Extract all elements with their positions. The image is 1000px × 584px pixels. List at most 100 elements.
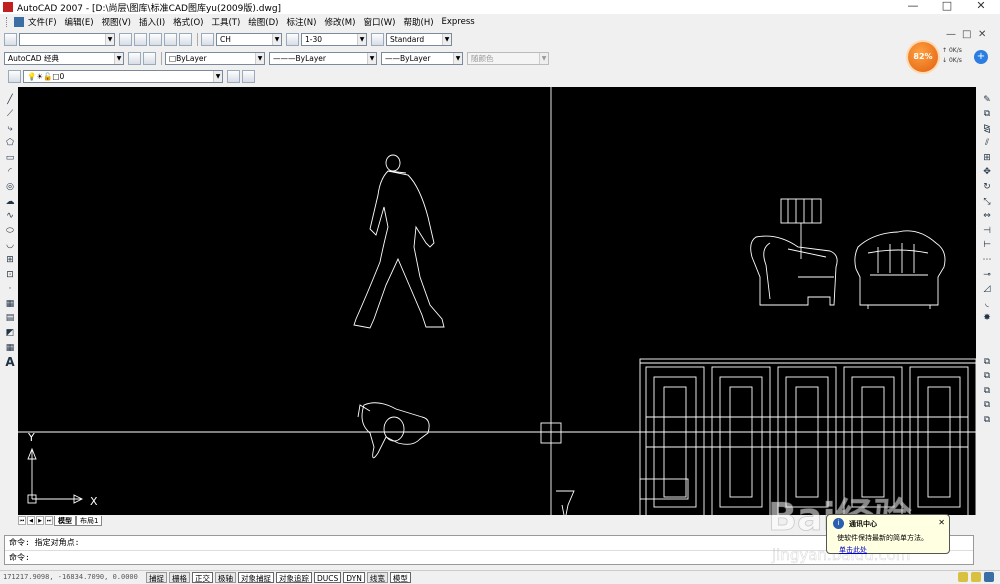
rotate-icon[interactable]: ↻ — [982, 182, 993, 193]
trim-icon[interactable]: ⊣ — [982, 225, 993, 236]
chamfer-icon[interactable]: ◿ — [982, 284, 993, 295]
tab-layout1[interactable]: 布局1 — [76, 515, 103, 526]
table-style-icon[interactable] — [371, 32, 384, 46]
menu-window[interactable]: 窗口(W) — [363, 16, 395, 28]
next-tab-button[interactable]: ▶ — [36, 516, 44, 525]
hatch-icon[interactable]: ▦ — [5, 298, 16, 309]
grid-toggle[interactable]: 栅格 — [169, 571, 190, 583]
mirror-icon[interactable]: ⧎ — [982, 123, 993, 134]
offset-icon[interactable]: ⫽ — [982, 138, 993, 149]
communication-center-icon[interactable] — [971, 572, 981, 582]
array-icon[interactable]: ⊞ — [982, 152, 993, 163]
layer-manager-icon[interactable] — [8, 69, 21, 83]
ducs-toggle[interactable]: DUCS — [314, 571, 342, 583]
lock-icon[interactable] — [958, 572, 968, 582]
ortho-toggle[interactable]: 正交 — [192, 571, 213, 583]
region-icon[interactable]: ◩ — [5, 328, 16, 339]
menu-draw[interactable]: 绘图(D) — [248, 16, 278, 28]
speed-plus-button[interactable]: + — [974, 50, 988, 64]
dim-style-select[interactable]: 1-30 ▼ — [301, 32, 367, 46]
dyn-toggle[interactable]: DYN — [343, 571, 365, 583]
workspace-save-icon[interactable] — [128, 51, 141, 65]
move-icon[interactable]: ✥ — [982, 167, 993, 178]
refedit-icon[interactable] — [164, 32, 177, 46]
speed-percent[interactable]: 82% — [908, 42, 938, 72]
clean-screen-icon[interactable] — [984, 572, 994, 582]
text-style-select[interactable]: CH ▼ — [216, 32, 282, 46]
polyline-icon[interactable]: ⤷ — [5, 123, 16, 134]
line-icon[interactable]: ╱ — [5, 94, 16, 105]
mdi-close-button[interactable]: ✕ — [978, 29, 986, 40]
mdi-restore-button[interactable]: □ — [962, 29, 971, 40]
table-style-select[interactable]: Standard ▼ — [386, 32, 452, 46]
bring-to-front-icon[interactable]: ⧉ — [982, 356, 993, 367]
spline-icon[interactable]: ∿ — [5, 211, 16, 222]
workspace-select[interactable]: AutoCAD 经典 ▼ — [4, 51, 124, 65]
fillet-icon[interactable]: ◟ — [982, 298, 993, 309]
first-tab-button[interactable]: ⏮ — [18, 516, 26, 525]
dim-style-icon[interactable] — [286, 32, 299, 46]
linetype-select[interactable]: ——— ByLayer ▼ — [269, 51, 377, 65]
text-style-icon[interactable] — [201, 32, 214, 46]
balloon-link[interactable]: 单击此处 — [839, 545, 867, 555]
erase-icon[interactable]: ✎ — [982, 94, 993, 105]
menu-modify[interactable]: 修改(M) — [324, 16, 355, 28]
menu-file[interactable]: 文件(F) — [28, 16, 57, 28]
minimize-button[interactable]: — — [898, 0, 928, 14]
menubar-grip[interactable] — [6, 16, 10, 27]
workspace-settings-icon[interactable] — [4, 32, 17, 46]
explode-icon[interactable]: ✸ — [982, 313, 993, 324]
insert-block-icon[interactable]: ⊞ — [5, 255, 16, 266]
menu-tools[interactable]: 工具(T) — [211, 16, 240, 28]
scale-icon[interactable]: ⤡ — [982, 196, 993, 207]
menu-express[interactable]: Express — [442, 17, 475, 27]
join-icon[interactable]: ⊸ — [982, 269, 993, 280]
polygon-icon[interactable]: ⬠ — [5, 138, 16, 149]
menu-format[interactable]: 格式(O) — [173, 16, 203, 28]
layout-icon[interactable] — [134, 32, 147, 46]
make-block-icon[interactable]: ⊡ — [5, 269, 16, 280]
prev-tab-button[interactable]: ◀ — [27, 516, 35, 525]
revision-cloud-icon[interactable]: ☁ — [5, 196, 16, 207]
stretch-icon[interactable]: ⇔ — [982, 211, 993, 222]
layer-select[interactable]: 💡☀🔓□ 0 ▼ — [23, 69, 223, 83]
mdi-minimize-button[interactable]: — — [946, 29, 956, 40]
ellipse-arc-icon[interactable]: ◡ — [5, 240, 16, 251]
point-icon[interactable]: · — [5, 284, 16, 295]
last-tab-button[interactable]: ⏭ — [45, 516, 53, 525]
workspace-settings-icon-2[interactable] — [143, 51, 156, 65]
tab-model[interactable]: 模型 — [54, 515, 76, 526]
ellipse-icon[interactable]: ⬭ — [5, 225, 16, 236]
bring-above-icon[interactable]: ⧉ — [982, 385, 993, 396]
text-above-icon[interactable]: ⧉ — [982, 414, 993, 425]
osnap-toggle[interactable]: 对象捕捉 — [238, 571, 274, 583]
coordinates-readout[interactable]: 171217.9098, -16834.7090, 0.0000 — [0, 573, 146, 581]
rectangle-icon[interactable]: ▭ — [5, 152, 16, 163]
autocad-app-icon[interactable] — [3, 2, 13, 12]
extend-icon[interactable]: ⊢ — [982, 240, 993, 251]
arc-icon[interactable]: ◜ — [5, 167, 16, 178]
layer-previous-icon[interactable] — [242, 69, 255, 83]
snap-toggle[interactable]: 捕捉 — [146, 571, 167, 583]
send-under-icon[interactable]: ⧉ — [982, 400, 993, 411]
circle-icon[interactable]: ◎ — [5, 182, 16, 193]
balloon-close-button[interactable]: ✕ — [938, 518, 945, 527]
design-center-icon[interactable] — [179, 32, 192, 46]
menu-edit[interactable]: 编辑(E) — [65, 16, 94, 28]
maximize-button[interactable]: □ — [932, 0, 962, 14]
menu-help[interactable]: 帮助(H) — [404, 16, 434, 28]
color-select[interactable]: □ ByLayer ▼ — [165, 51, 265, 65]
menu-view[interactable]: 视图(V) — [102, 16, 131, 28]
drawing-canvas[interactable]: Y X — [18, 87, 976, 515]
document-icon[interactable] — [14, 16, 24, 27]
network-speed-widget[interactable]: 82% ↑ 0K/s ↓ 0K/s + — [908, 42, 992, 72]
lineweight-toggle[interactable]: 线宽 — [366, 571, 388, 583]
break-icon[interactable]: ⋯ — [982, 255, 993, 266]
multiline-text-icon[interactable]: A — [5, 355, 16, 369]
menu-insert[interactable]: 插入(I) — [139, 16, 165, 28]
workspace-blank-combo[interactable]: ▼ — [19, 32, 115, 46]
lineweight-select[interactable]: —— ByLayer ▼ — [381, 51, 463, 65]
close-button[interactable]: ✕ — [966, 0, 996, 14]
send-to-back-icon[interactable]: ⧉ — [982, 371, 993, 382]
polar-toggle[interactable]: 极轴 — [215, 571, 236, 583]
